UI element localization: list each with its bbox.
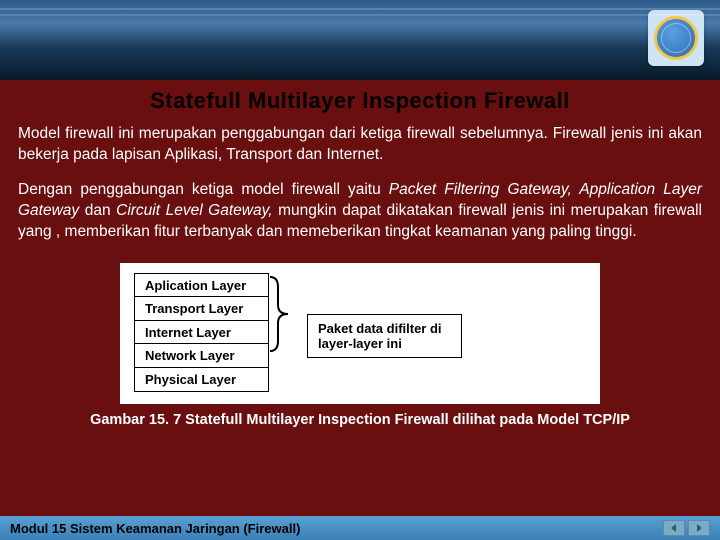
slide: Statefull Multilayer Inspection Firewall… (0, 0, 720, 540)
bracket-icon (268, 275, 292, 353)
logo (648, 10, 704, 66)
nav-controls (663, 520, 710, 536)
slide-title: Statefull Multilayer Inspection Firewall (4, 84, 716, 122)
logo-emblem (654, 16, 698, 60)
layer-internet: Internet Layer (134, 320, 269, 345)
tcpip-diagram: Aplication Layer Transport Layer Interne… (120, 263, 600, 405)
layer-physical: Physical Layer (134, 367, 269, 392)
layer-stack: Aplication Layer Transport Layer Interne… (134, 273, 269, 391)
next-button[interactable] (688, 520, 710, 536)
footer-text: Modul 15 Sistem Keamanan Jaringan (Firew… (10, 521, 300, 536)
layer-transport: Transport Layer (134, 296, 269, 321)
figure-caption: Gambar 15. 7 Statefull Multilayer Inspec… (4, 412, 716, 428)
body-text: Model firewall ini merupakan penggabunga… (4, 122, 716, 259)
filter-label-box: Paket data difilter di layer-layer ini (307, 314, 462, 358)
p2-text-a: Dengan penggabungan ketiga model firewal… (18, 181, 389, 198)
content-area: Statefull Multilayer Inspection Firewall… (0, 80, 720, 516)
arrow-left-icon (669, 523, 679, 533)
p2-text-b: dan (85, 202, 116, 219)
paragraph-2: Dengan penggabungan ketiga model firewal… (18, 180, 702, 243)
p2-italic-b: Circuit Level Gateway, (116, 202, 278, 219)
paragraph-1: Model firewall ini merupakan penggabunga… (18, 124, 702, 166)
slide-header (0, 0, 720, 80)
arrow-right-icon (694, 523, 704, 533)
layer-application: Aplication Layer (134, 273, 269, 298)
slide-footer: Modul 15 Sistem Keamanan Jaringan (Firew… (0, 516, 720, 540)
prev-button[interactable] (663, 520, 685, 536)
layer-network: Network Layer (134, 343, 269, 368)
